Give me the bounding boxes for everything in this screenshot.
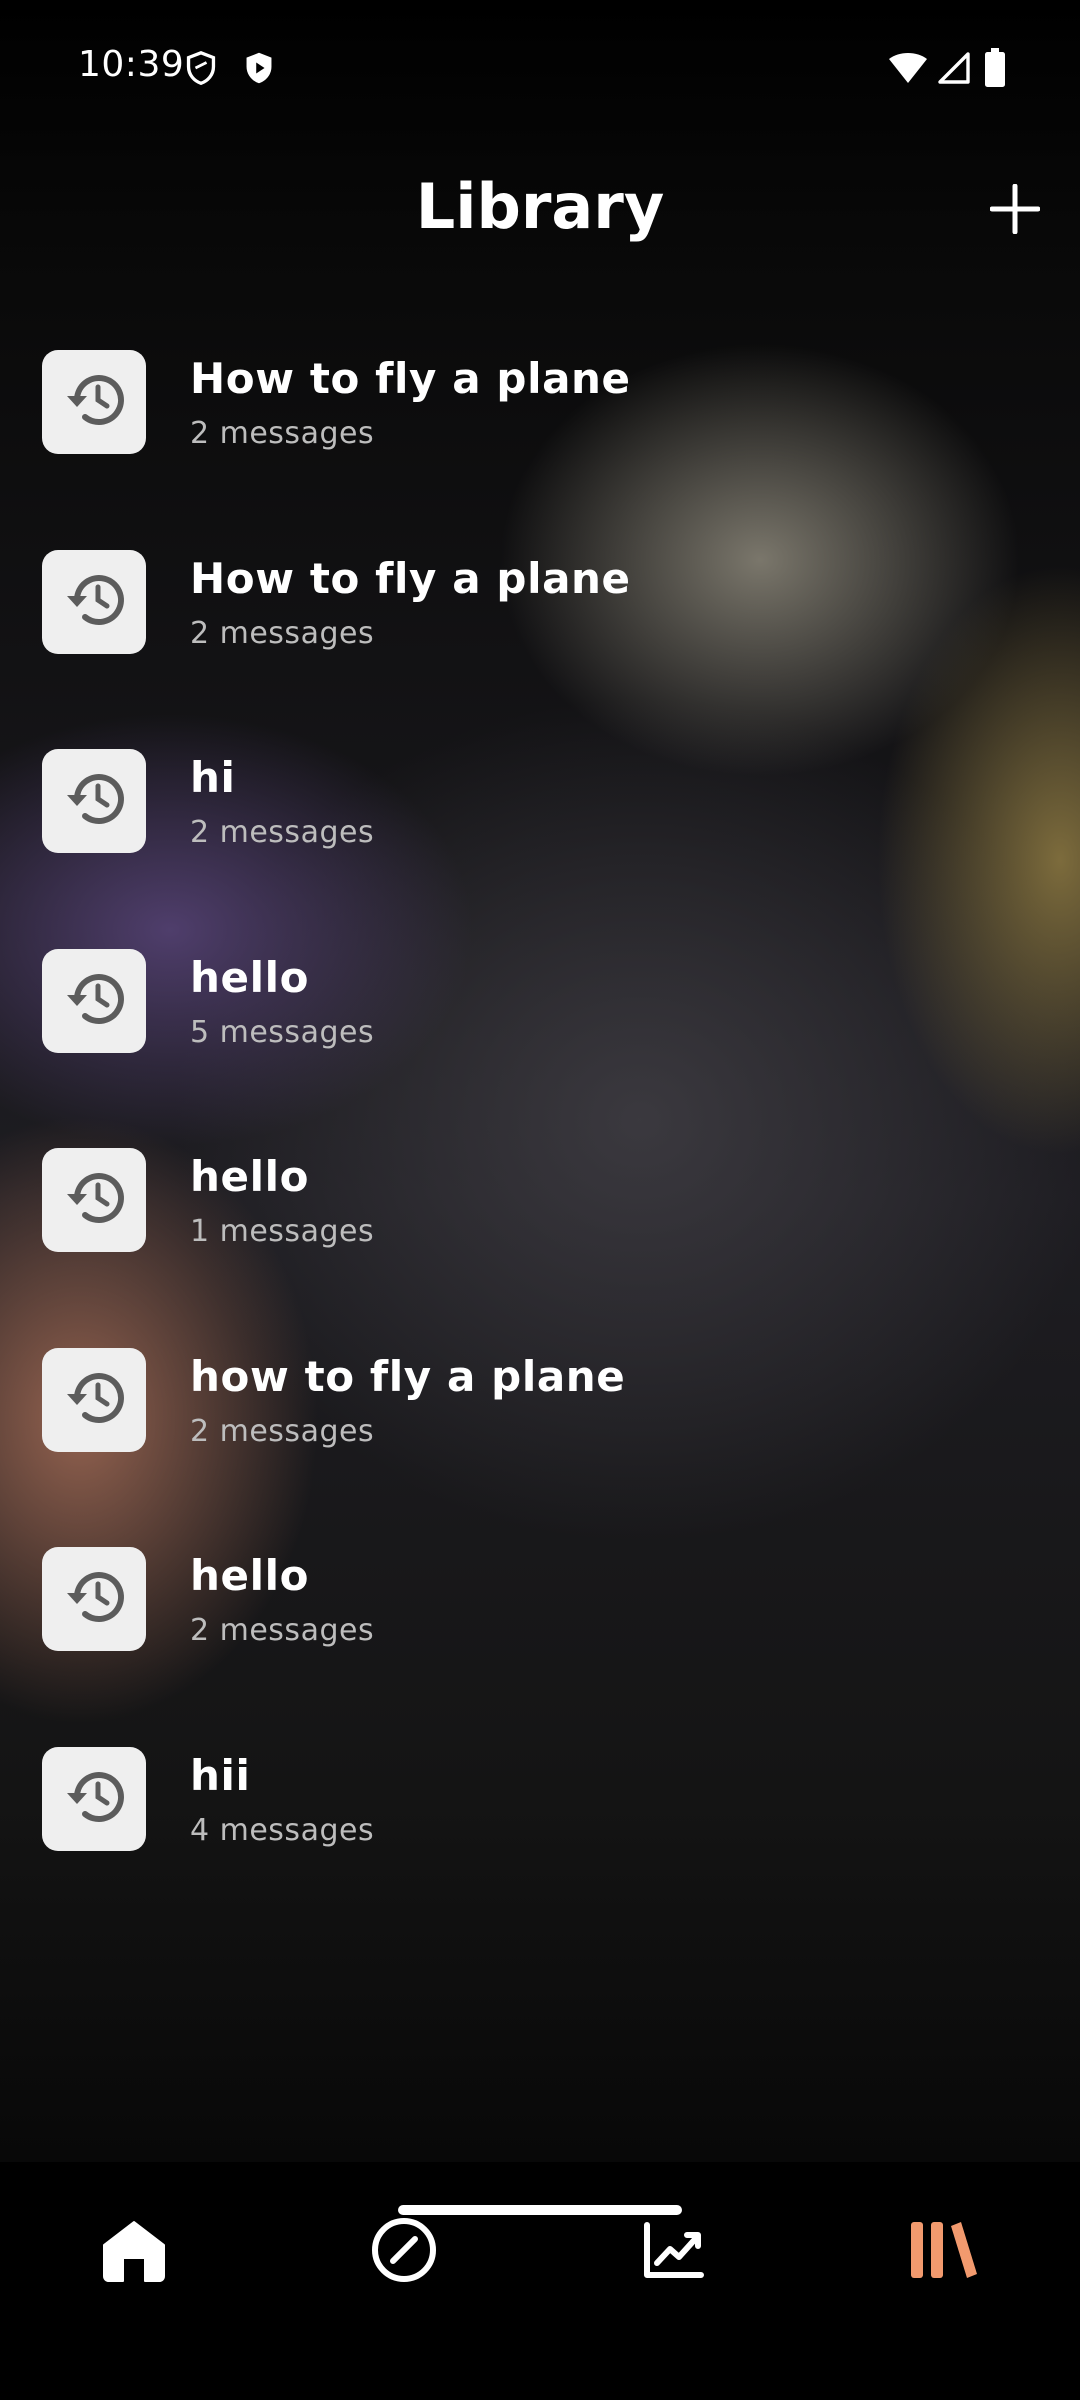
session-message-count: 4 messages	[190, 1812, 375, 1848]
item-thumbnail	[42, 549, 146, 654]
history-icon	[63, 1768, 125, 1830]
session-item[interactable]: hi 2 messages	[0, 749, 1080, 949]
bottom-nav	[0, 2162, 1080, 2400]
history-icon	[63, 970, 125, 1032]
session-message-count: 2 messages	[190, 615, 375, 651]
session-message-count: 2 messages	[190, 1413, 375, 1449]
page-title: Library	[415, 170, 665, 243]
cell-signal-icon	[936, 52, 970, 88]
compass-icon	[371, 2217, 437, 2287]
history-icon	[63, 1568, 125, 1630]
plus-icon	[989, 183, 1041, 238]
session-title: how to fly a plane	[190, 1351, 626, 1401]
history-icon	[63, 571, 125, 633]
session-message-count: 1 messages	[190, 1214, 375, 1249]
library-icon	[909, 2220, 979, 2284]
add-session-button[interactable]	[980, 176, 1050, 246]
home-indicator[interactable]	[398, 2205, 682, 2215]
status-bar: 10:39	[0, 0, 1080, 120]
nav-home[interactable]	[84, 2202, 184, 2302]
item-thumbnail	[42, 350, 146, 454]
home-icon	[101, 2218, 167, 2286]
session-title: hii	[190, 1750, 251, 1800]
history-icon	[63, 1369, 125, 1431]
battery-icon	[984, 48, 1006, 88]
session-title: hello	[190, 1551, 310, 1600]
shield-play-icon	[242, 50, 276, 86]
item-thumbnail	[42, 749, 146, 853]
session-item[interactable]: how to fly a plane 2 messages	[0, 1347, 1080, 1548]
session-message-count: 2 messages	[190, 416, 375, 451]
item-thumbnail	[42, 1547, 146, 1651]
session-title: hello	[190, 952, 310, 1002]
history-icon	[63, 1169, 125, 1231]
nav-explore[interactable]	[354, 2202, 454, 2302]
history-icon	[63, 770, 125, 832]
wifi-icon	[888, 52, 928, 88]
item-thumbnail	[42, 1148, 146, 1252]
status-time: 10:39	[78, 44, 185, 85]
item-thumbnail	[42, 1746, 146, 1851]
session-message-count: 5 messages	[190, 1014, 375, 1050]
session-message-count: 2 messages	[190, 1613, 375, 1648]
item-thumbnail	[42, 948, 146, 1053]
history-icon	[63, 371, 125, 433]
session-title: hello	[190, 1152, 310, 1201]
session-list: How to fly a plane 2 messages How to fly a…	[0, 350, 1080, 1946]
session-title: How to fly a plane	[190, 553, 631, 603]
trending-icon	[643, 2221, 705, 2283]
session-item[interactable]: hii 4 messages	[0, 1746, 1080, 1947]
session-item[interactable]: How to fly a plane 2 messages	[0, 549, 1080, 750]
nav-trending[interactable]	[624, 2202, 724, 2302]
shield-outline-icon	[184, 50, 218, 86]
session-item[interactable]: hello 1 messages	[0, 1148, 1080, 1348]
session-title: How to fly a plane	[190, 354, 631, 403]
session-item[interactable]: hello 2 messages	[0, 1547, 1080, 1747]
nav-library[interactable]	[894, 2202, 994, 2302]
session-item[interactable]: How to fly a plane 2 messages	[0, 350, 1080, 550]
item-thumbnail	[42, 1347, 146, 1452]
library-screen: 10:39 Library How to fly a plane 2 messag…	[0, 0, 1080, 2400]
session-item[interactable]: hello 5 messages	[0, 948, 1080, 1149]
session-message-count: 2 messages	[190, 815, 375, 850]
session-title: hi	[190, 753, 236, 802]
